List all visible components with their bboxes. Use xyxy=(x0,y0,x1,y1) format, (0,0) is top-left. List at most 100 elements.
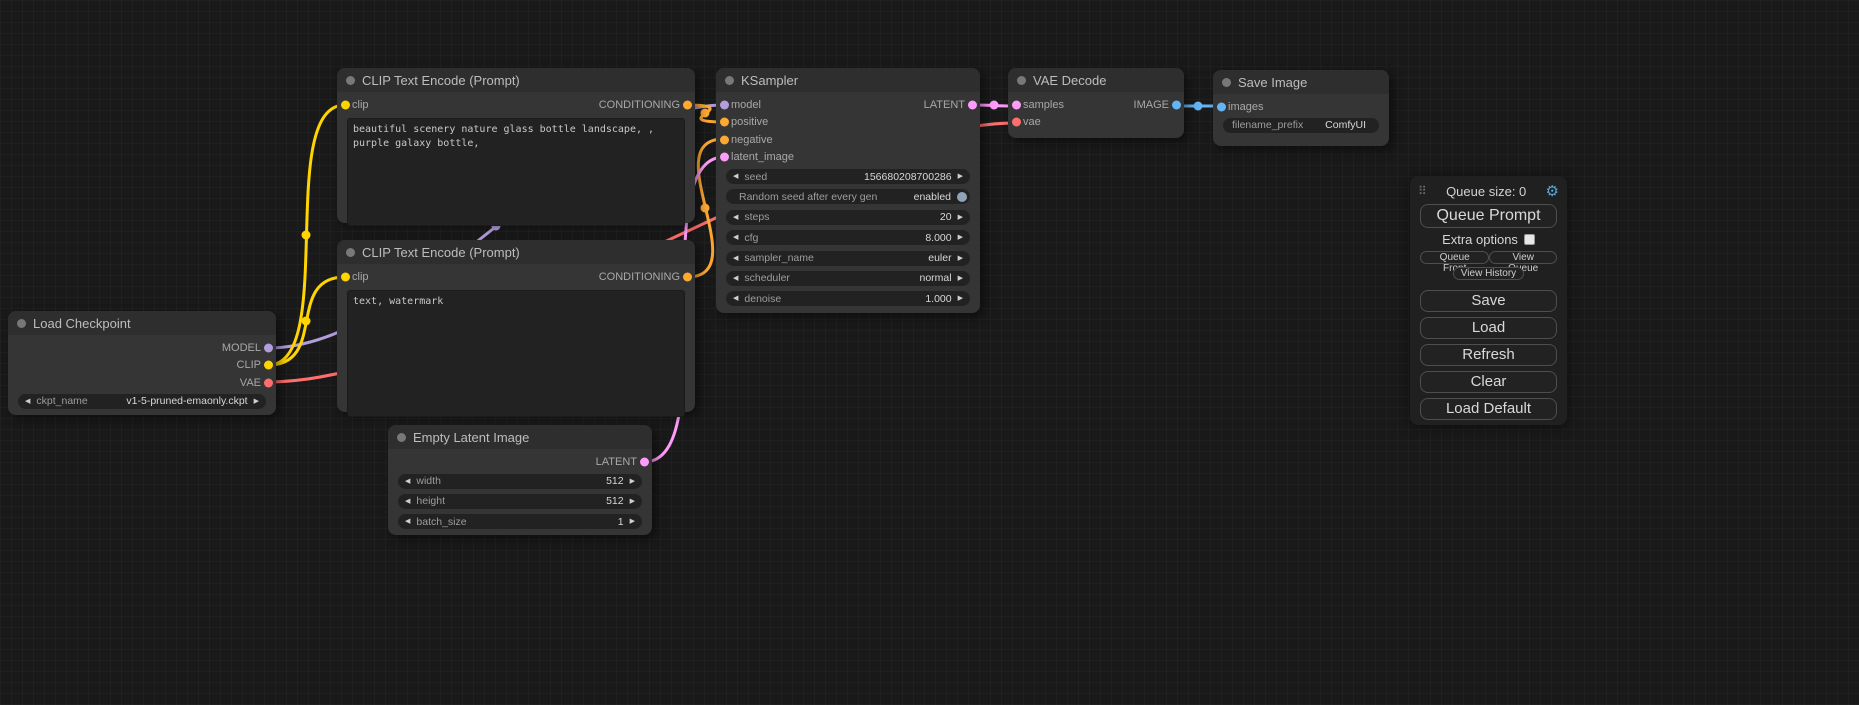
drag-handle-icon[interactable] xyxy=(1418,184,1427,198)
positive-prompt-textarea[interactable]: beautiful scenery nature glass bottle la… xyxy=(347,118,685,226)
collapse-dot-icon[interactable] xyxy=(397,433,406,442)
extra-options-label: Extra options xyxy=(1442,232,1518,247)
widget-value: 512 xyxy=(606,495,624,507)
conditioning-output-dot[interactable] xyxy=(683,100,692,109)
node-empty-latent-image[interactable]: Empty Latent Image LATENT width 512 heig… xyxy=(388,425,652,535)
collapse-dot-icon[interactable] xyxy=(346,248,355,257)
input-slot-latent-image: latent_image xyxy=(716,149,980,167)
collapse-dot-icon[interactable] xyxy=(1017,76,1026,85)
node-title-bar[interactable]: VAE Decode xyxy=(1008,68,1184,92)
model-input-dot[interactable] xyxy=(720,100,729,109)
queue-prompt-button[interactable]: Queue Prompt xyxy=(1420,204,1557,228)
toggle-icon[interactable] xyxy=(957,192,967,202)
widget-random-seed-toggle[interactable]: Random seed after every gen enabled xyxy=(726,189,970,204)
widget-width[interactable]: width 512 xyxy=(398,474,642,489)
latent-output-dot[interactable] xyxy=(640,457,649,466)
vae-output-dot[interactable] xyxy=(264,378,273,387)
clear-button[interactable]: Clear xyxy=(1420,371,1557,393)
increment-arrow-icon[interactable] xyxy=(958,173,963,180)
increment-arrow-icon[interactable] xyxy=(630,478,635,485)
clip-input-dot[interactable] xyxy=(341,100,350,109)
refresh-button[interactable]: Refresh xyxy=(1420,344,1557,366)
node-ksampler[interactable]: KSampler model LATENT positive negative … xyxy=(716,68,980,313)
node-clip-text-encode-positive[interactable]: CLIP Text Encode (Prompt) clip CONDITION… xyxy=(337,68,695,223)
node-load-checkpoint[interactable]: Load Checkpoint MODEL CLIP VAE ckpt_name… xyxy=(8,311,276,415)
slot-label: positive xyxy=(731,116,768,128)
latent-output-dot[interactable] xyxy=(968,100,977,109)
settings-gear-icon[interactable] xyxy=(1546,182,1559,200)
node-vae-decode[interactable]: VAE Decode samples IMAGE vae xyxy=(1008,68,1184,138)
collapse-dot-icon[interactable] xyxy=(725,76,734,85)
extra-options-row: Extra options xyxy=(1418,230,1559,249)
increment-arrow-icon[interactable] xyxy=(958,275,963,282)
conditioning-output-dot[interactable] xyxy=(683,272,692,281)
input-slot-negative: negative xyxy=(716,131,980,149)
slot-label: vae xyxy=(1023,116,1041,128)
increment-arrow-icon[interactable] xyxy=(958,234,963,241)
decrement-arrow-icon[interactable] xyxy=(733,275,738,282)
node-title-bar[interactable]: Load Checkpoint xyxy=(8,311,276,335)
widget-label: width xyxy=(416,475,441,487)
image-output-dot[interactable] xyxy=(1172,100,1181,109)
increment-arrow-icon[interactable] xyxy=(958,214,963,221)
node-title-bar[interactable]: CLIP Text Encode (Prompt) xyxy=(337,68,695,92)
widget-scheduler[interactable]: scheduler normal xyxy=(726,271,970,286)
decrement-arrow-icon[interactable] xyxy=(733,255,738,262)
collapse-dot-icon[interactable] xyxy=(17,319,26,328)
widget-ckpt-name[interactable]: ckpt_name v1-5-pruned-emaonly.ckpt xyxy=(18,394,266,409)
widget-denoise[interactable]: denoise 1.000 xyxy=(726,291,970,306)
images-input-dot[interactable] xyxy=(1217,102,1226,111)
load-button[interactable]: Load xyxy=(1420,317,1557,339)
decrement-arrow-icon[interactable] xyxy=(405,518,410,525)
latent-image-input-dot[interactable] xyxy=(720,153,729,162)
positive-input-dot[interactable] xyxy=(720,118,729,127)
output-slot-latent: LATENT xyxy=(388,453,652,471)
vae-input-dot[interactable] xyxy=(1012,118,1021,127)
decrement-arrow-icon[interactable] xyxy=(25,398,30,405)
increment-arrow-icon[interactable] xyxy=(254,398,259,405)
widget-label: denoise xyxy=(744,293,781,305)
widget-cfg[interactable]: cfg 8.000 xyxy=(726,230,970,245)
increment-arrow-icon[interactable] xyxy=(958,295,963,302)
view-history-button[interactable]: View History xyxy=(1453,267,1524,280)
negative-input-dot[interactable] xyxy=(720,135,729,144)
slot-label: images xyxy=(1228,101,1263,113)
clip-output-dot[interactable] xyxy=(264,361,273,370)
widget-seed[interactable]: seed 156680208700286 xyxy=(726,169,970,184)
decrement-arrow-icon[interactable] xyxy=(733,214,738,221)
samples-input-dot[interactable] xyxy=(1012,100,1021,109)
queue-front-button[interactable]: Queue Front xyxy=(1420,251,1489,264)
widget-filename-prefix[interactable]: filename_prefix ComfyUI xyxy=(1223,118,1379,133)
save-button[interactable]: Save xyxy=(1420,290,1557,312)
node-title-bar[interactable]: CLIP Text Encode (Prompt) xyxy=(337,240,695,264)
decrement-arrow-icon[interactable] xyxy=(405,478,410,485)
decrement-arrow-icon[interactable] xyxy=(733,295,738,302)
decrement-arrow-icon[interactable] xyxy=(733,173,738,180)
widget-batch-size[interactable]: batch_size 1 xyxy=(398,514,642,529)
node-title-bar[interactable]: Empty Latent Image xyxy=(388,425,652,449)
node-clip-text-encode-negative[interactable]: CLIP Text Encode (Prompt) clip CONDITION… xyxy=(337,240,695,412)
collapse-dot-icon[interactable] xyxy=(1222,78,1231,87)
slot-label: CONDITIONING xyxy=(599,99,680,111)
widget-height[interactable]: height 512 xyxy=(398,494,642,509)
negative-prompt-textarea[interactable]: text, watermark xyxy=(347,290,685,417)
increment-arrow-icon[interactable] xyxy=(958,255,963,262)
history-row: View History xyxy=(1420,267,1557,280)
increment-arrow-icon[interactable] xyxy=(630,498,635,505)
increment-arrow-icon[interactable] xyxy=(630,518,635,525)
output-slot-vae: VAE xyxy=(8,374,276,392)
node-title-bar[interactable]: Save Image xyxy=(1213,70,1389,94)
widget-steps[interactable]: steps 20 xyxy=(726,210,970,225)
load-default-button[interactable]: Load Default xyxy=(1420,398,1557,420)
widget-sampler-name[interactable]: sampler_name euler xyxy=(726,251,970,266)
collapse-dot-icon[interactable] xyxy=(346,76,355,85)
view-queue-button[interactable]: View Queue xyxy=(1489,251,1557,264)
node-title-bar[interactable]: KSampler xyxy=(716,68,980,92)
model-output-dot[interactable] xyxy=(264,343,273,352)
extra-options-checkbox[interactable] xyxy=(1524,234,1535,245)
node-title: CLIP Text Encode (Prompt) xyxy=(362,245,520,260)
node-save-image[interactable]: Save Image images filename_prefix ComfyU… xyxy=(1213,70,1389,146)
decrement-arrow-icon[interactable] xyxy=(733,234,738,241)
decrement-arrow-icon[interactable] xyxy=(405,498,410,505)
clip-input-dot[interactable] xyxy=(341,272,350,281)
